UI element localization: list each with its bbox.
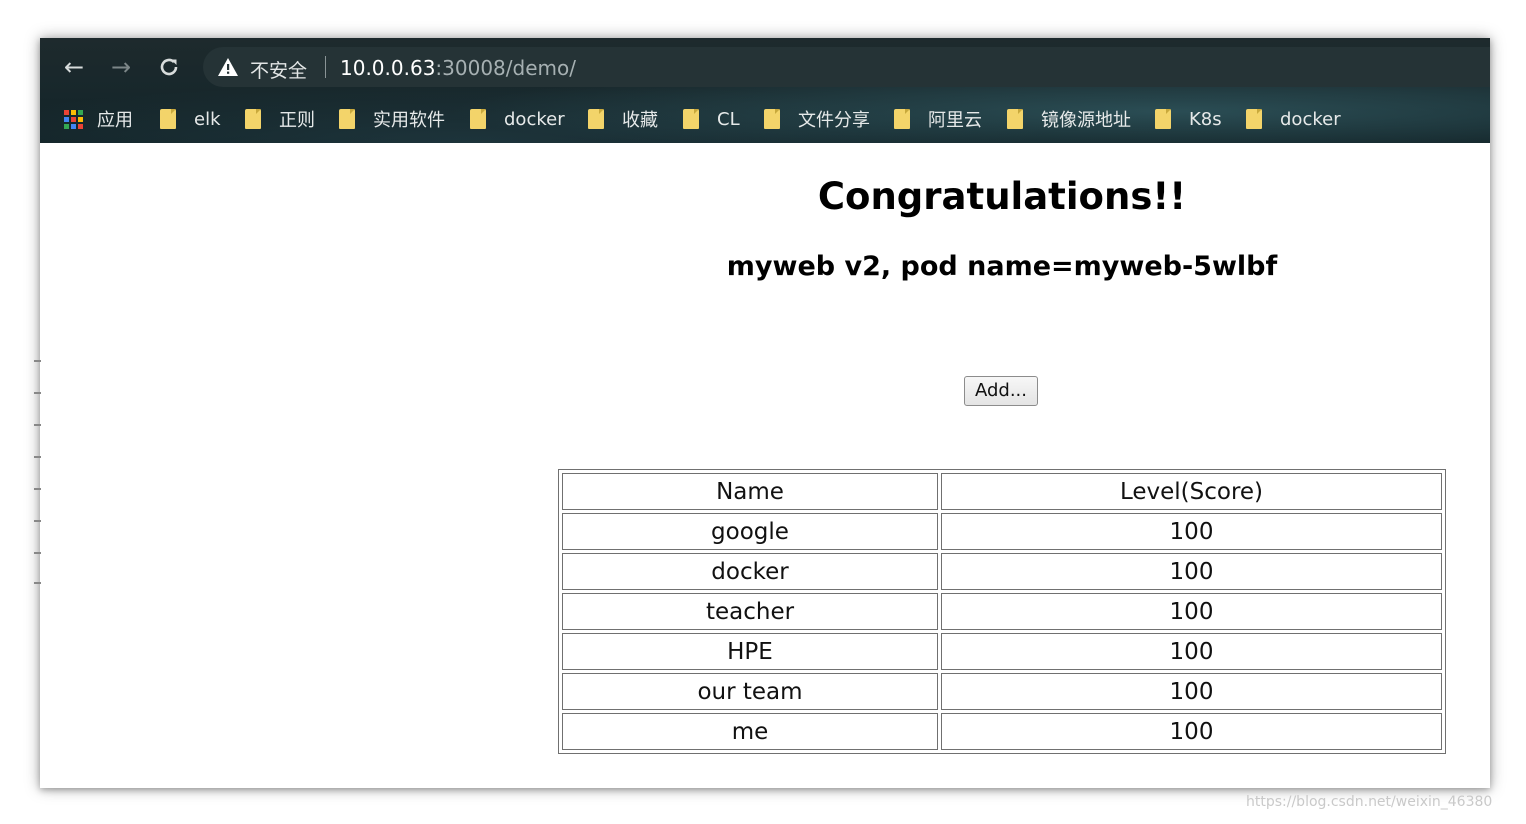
- cell-score: 100: [941, 713, 1442, 750]
- folder-icon: [764, 109, 780, 129]
- arrow-right-icon: →: [110, 53, 132, 81]
- browser-toolbar: ← → 不安全 10.0.0.63:30008/demo/: [40, 38, 1490, 96]
- bookmark-label: 文件分享: [798, 110, 870, 131]
- bookmark-label: 应用: [97, 110, 133, 131]
- folder-icon: [894, 109, 910, 129]
- folder-icon: [470, 109, 486, 129]
- bookmark-label: K8s: [1189, 108, 1222, 130]
- bookmark-label: docker: [504, 108, 565, 130]
- bookmark-favorites[interactable]: 收藏: [588, 106, 658, 132]
- cell-name: teacher: [562, 593, 938, 630]
- table-row: teacher 100: [562, 593, 1442, 630]
- url-host: 10.0.0.63: [340, 56, 436, 80]
- table-row: docker 100: [562, 553, 1442, 590]
- bookmark-aliyun[interactable]: 阿里云: [894, 106, 982, 132]
- security-label[interactable]: 不安全: [250, 56, 307, 83]
- back-button[interactable]: ←: [57, 52, 91, 82]
- header-name: Name: [562, 473, 938, 510]
- score-table: Name Level(Score) google 100 docker 100 …: [558, 469, 1446, 754]
- browser-chrome: ← → 不安全 10.0.0.63:30008/demo/ 应用 elk 正则 …: [40, 38, 1490, 143]
- folder-icon: [1246, 109, 1262, 129]
- reload-button[interactable]: [152, 52, 186, 82]
- folder-icon: [683, 109, 699, 129]
- folder-icon: [245, 109, 261, 129]
- cell-name: HPE: [562, 633, 938, 670]
- page-title: Congratulations!!: [817, 175, 1187, 218]
- bookmark-docker-2[interactable]: docker: [1246, 106, 1341, 132]
- bookmark-apps[interactable]: 应用: [64, 106, 133, 132]
- folder-icon: [160, 109, 176, 129]
- header-level-score: Level(Score): [941, 473, 1442, 510]
- bookmark-label: 实用软件: [373, 110, 445, 131]
- arrow-left-icon: ←: [63, 53, 85, 81]
- bookmark-label: 收藏: [622, 110, 658, 131]
- table-row: google 100: [562, 513, 1442, 550]
- url-divider: [325, 56, 326, 78]
- bookmark-elk[interactable]: elk: [160, 106, 221, 132]
- table-header-row: Name Level(Score): [562, 473, 1442, 510]
- cell-name: our team: [562, 673, 938, 710]
- bookmark-label: elk: [194, 108, 221, 130]
- page-content: Congratulations!! myweb v2, pod name=myw…: [40, 143, 1490, 788]
- bookmark-label: docker: [1280, 108, 1341, 130]
- cell-score: 100: [941, 593, 1442, 630]
- cell-name: me: [562, 713, 938, 750]
- bookmark-cl[interactable]: CL: [683, 106, 740, 132]
- page-subtitle: myweb v2, pod name=myweb-5wlbf: [726, 251, 1278, 282]
- cell-score: 100: [941, 633, 1442, 670]
- bookmark-label: 镜像源地址: [1041, 110, 1131, 131]
- forward-button[interactable]: →: [104, 52, 138, 82]
- watermark: https://blog.csdn.net/weixin_46380: [1246, 794, 1493, 810]
- address-bar[interactable]: 不安全 10.0.0.63:30008/demo/: [203, 47, 1490, 87]
- url-text[interactable]: 10.0.0.63:30008/demo/: [340, 56, 576, 80]
- folder-icon: [588, 109, 604, 129]
- bookmark-k8s[interactable]: K8s: [1155, 106, 1222, 132]
- bookmark-software[interactable]: 实用软件: [339, 106, 445, 132]
- left-edge-ticks: [34, 360, 42, 590]
- apps-grid-icon: [64, 109, 83, 129]
- reload-icon: [160, 58, 178, 76]
- bookmark-docker[interactable]: docker: [470, 106, 565, 132]
- table-row: our team 100: [562, 673, 1442, 710]
- bookmark-label: 阿里云: [928, 110, 982, 131]
- folder-icon: [339, 109, 355, 129]
- cell-score: 100: [941, 513, 1442, 550]
- add-button[interactable]: Add...: [964, 376, 1038, 406]
- bookmark-label: CL: [717, 108, 740, 130]
- table-row: me 100: [562, 713, 1442, 750]
- folder-icon: [1155, 109, 1171, 129]
- bookmark-label: 正则: [279, 110, 315, 131]
- warning-triangle-icon: [218, 58, 238, 76]
- cell-name: docker: [562, 553, 938, 590]
- folder-icon: [1007, 109, 1023, 129]
- url-path: :30008/demo/: [435, 56, 576, 80]
- cell-name: google: [562, 513, 938, 550]
- bookmark-mirror[interactable]: 镜像源地址: [1007, 106, 1131, 132]
- bookmark-file-share[interactable]: 文件分享: [764, 106, 870, 132]
- bookmark-regex[interactable]: 正则: [245, 106, 315, 132]
- cell-score: 100: [941, 553, 1442, 590]
- cell-score: 100: [941, 673, 1442, 710]
- bookmarks-bar: 应用 elk 正则 实用软件 docker 收藏 CL 文件分享 阿里云 镜像源…: [40, 96, 1490, 143]
- table-row: HPE 100: [562, 633, 1442, 670]
- browser-window: ← → 不安全 10.0.0.63:30008/demo/ 应用 elk 正则 …: [40, 38, 1490, 788]
